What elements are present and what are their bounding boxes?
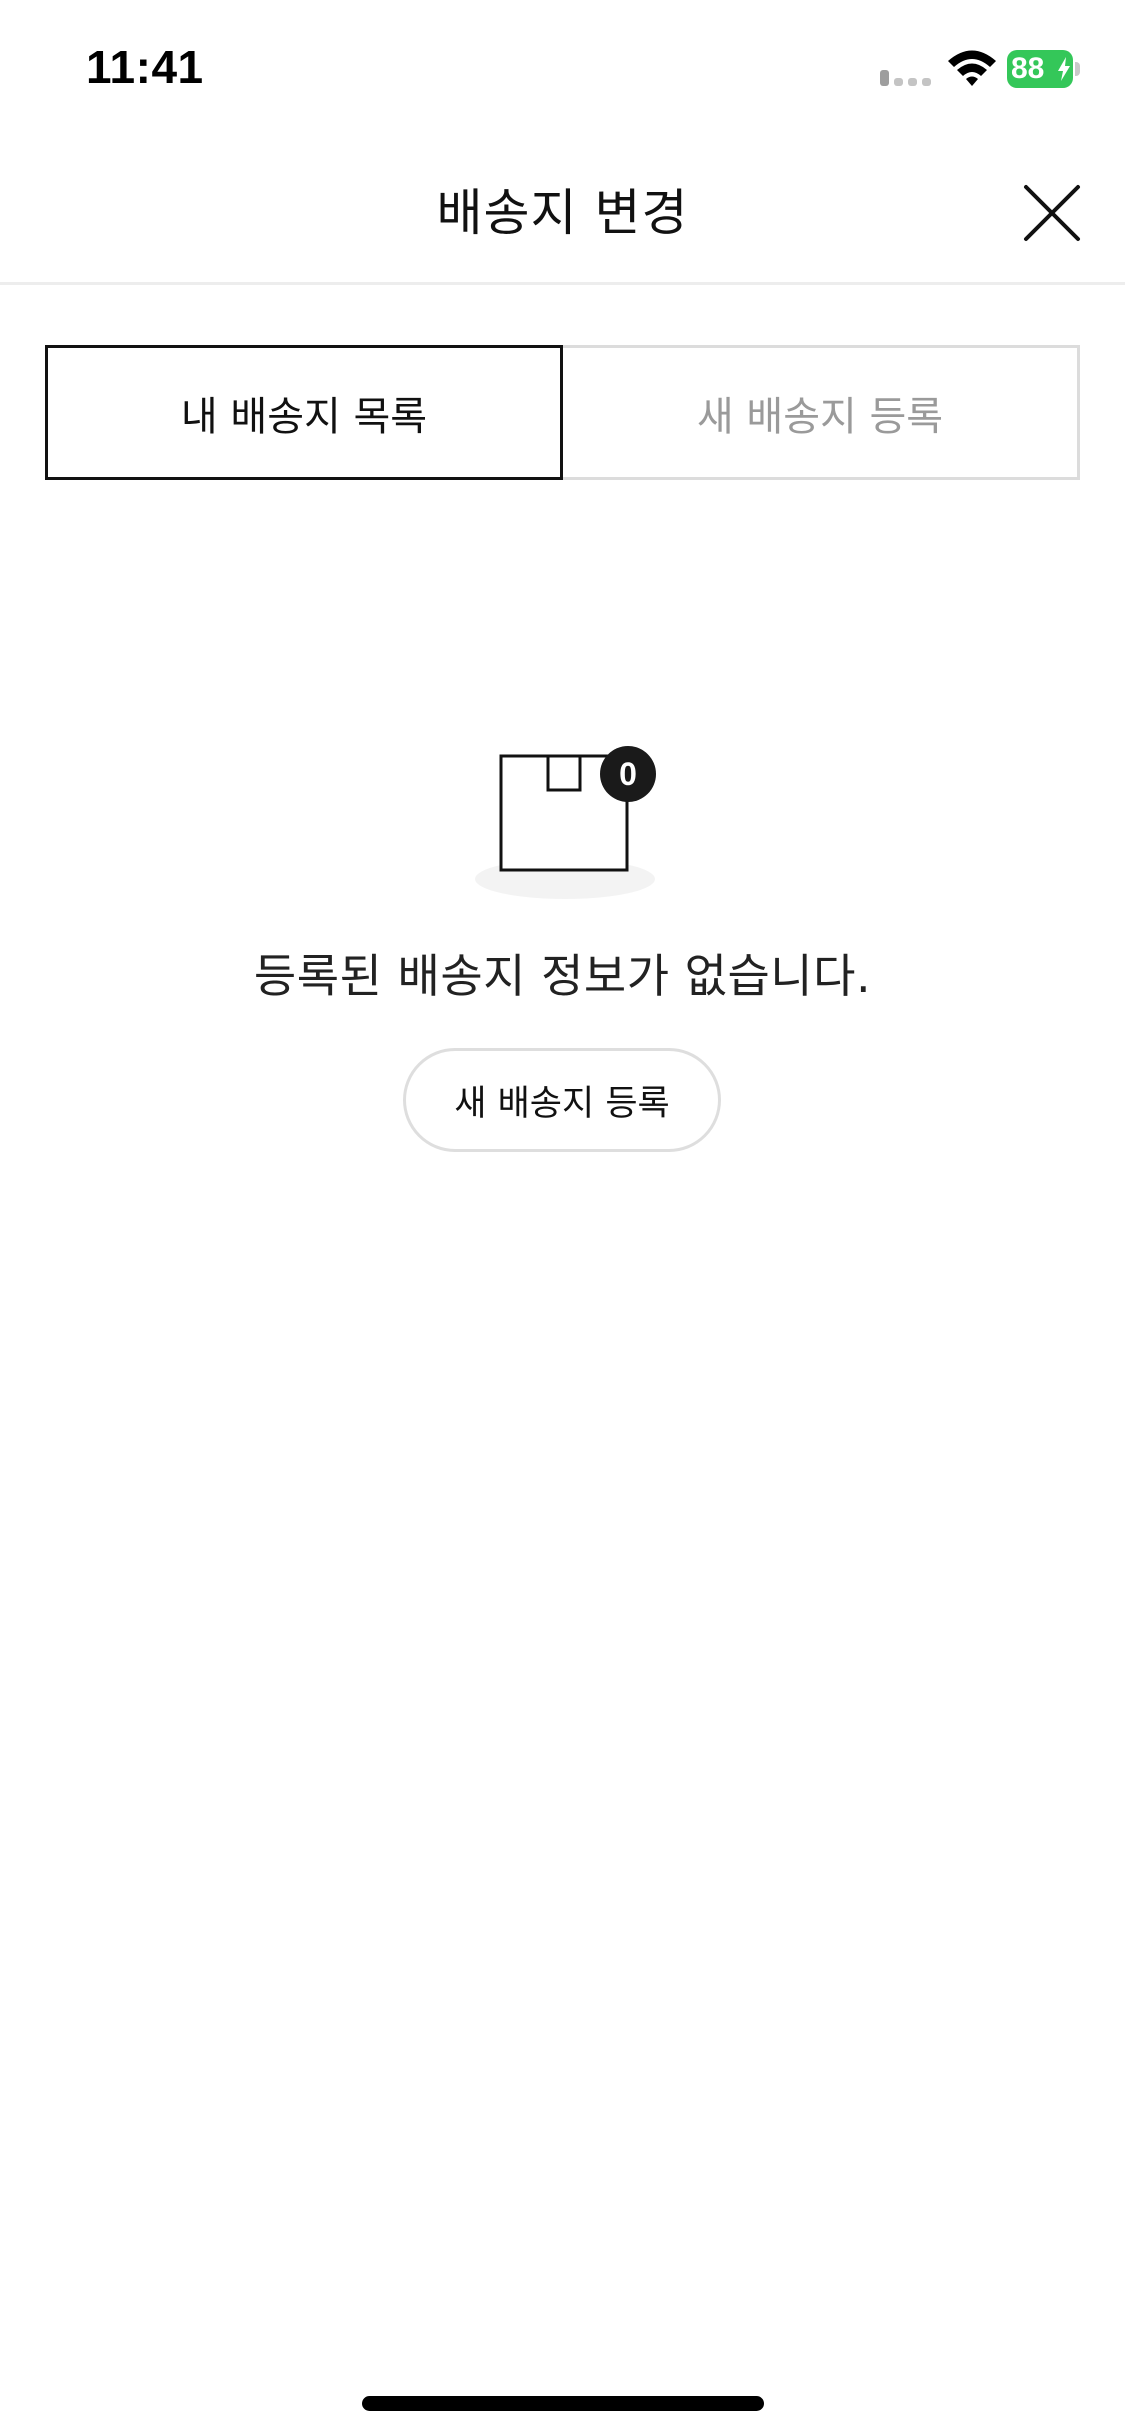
close-icon [1024, 185, 1080, 241]
empty-message: 등록된 배송지 정보가 없습니다. [253, 949, 872, 1003]
tab-new-address[interactable]: 새 배송지 등록 [560, 345, 1080, 480]
home-indicator[interactable] [362, 2396, 764, 2411]
count-badge: 0 [600, 746, 656, 802]
tab-label: 새 배송지 등록 [696, 393, 944, 440]
battery-icon: 88 [1007, 50, 1080, 88]
status-time: 11:41 [86, 41, 204, 93]
page-title: 배송지 변경 [436, 184, 689, 242]
add-address-button-label: 새 배송지 등록 [454, 1083, 670, 1124]
header: 배송지 변경 [0, 135, 1125, 285]
signal-icon [880, 70, 934, 86]
close-button[interactable] [1016, 177, 1088, 249]
tab-label: 내 배송지 목록 [180, 393, 428, 440]
address-tabs: 내 배송지 목록 새 배송지 등록 [45, 345, 1080, 480]
status-bar: 11:41 88 [0, 0, 1125, 135]
battery-level-text: 88 [1011, 52, 1045, 85]
tab-my-address-list[interactable]: 내 배송지 목록 [45, 345, 563, 480]
wifi-icon [948, 50, 996, 86]
charging-bolt-icon [1058, 57, 1070, 81]
add-address-button[interactable]: 새 배송지 등록 [403, 1048, 721, 1152]
address-change-screen: 11:41 88 배송지 변경 내 배송지 목록 새 배송지 등록 0 등록된 … [0, 0, 1125, 2436]
